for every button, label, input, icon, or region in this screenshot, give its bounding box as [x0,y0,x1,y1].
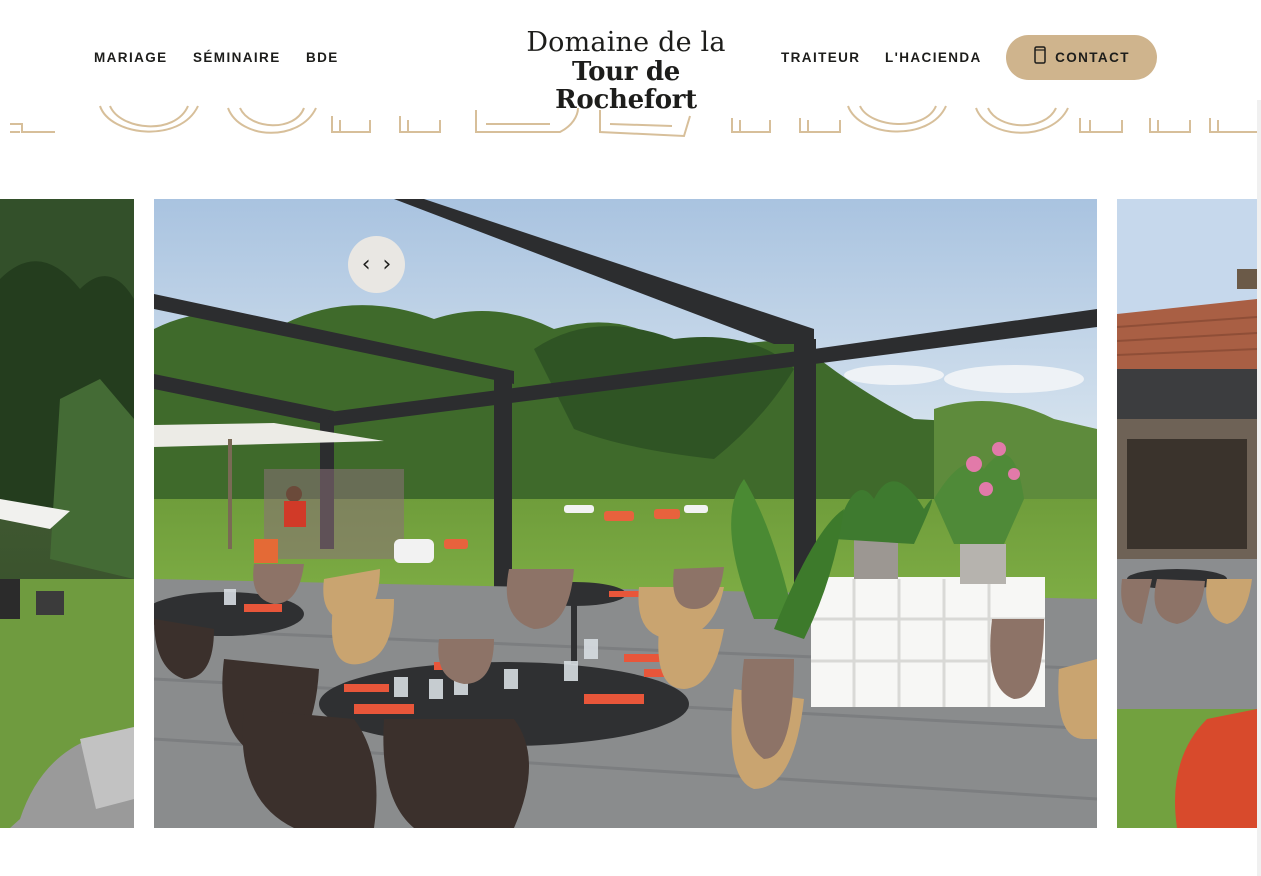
contact-label: CONTACT [1055,50,1130,65]
logo-line-1: Domaine de la [526,27,726,58]
chevron-right-icon[interactable]: › [383,253,392,275]
gallery-slide-current[interactable] [154,199,1097,828]
nav-seminaire[interactable]: SÉMINAIRE [193,50,281,65]
nav-hacienda[interactable]: L'HACIENDA [885,50,982,65]
nav-bde[interactable]: BDE [306,50,339,65]
site-logo[interactable]: Domaine de la Tour de Rochefort [497,27,755,114]
phone-icon [1033,46,1047,69]
nav-traiteur[interactable]: TRAITEUR [781,50,860,65]
contact-button[interactable]: CONTACT [1006,35,1157,80]
gallery-slide-next[interactable] [1117,199,1257,828]
site-header: MARIAGE SÉMINAIRE BDE Domaine de la Tour… [0,0,1261,114]
slider-controls: ‹ › [348,236,405,293]
hacienda-photo-right [1117,199,1257,828]
gallery-slide-previous[interactable] [0,199,134,828]
terrace-restaurant-photo [154,199,1097,828]
logo-line-2: Tour de Rochefort [555,57,697,115]
terrace-photo-left [0,199,134,828]
page-scrollbar[interactable] [1257,0,1261,876]
chevron-left-icon[interactable]: ‹ [362,253,371,275]
nav-mariage[interactable]: MARIAGE [94,50,168,65]
